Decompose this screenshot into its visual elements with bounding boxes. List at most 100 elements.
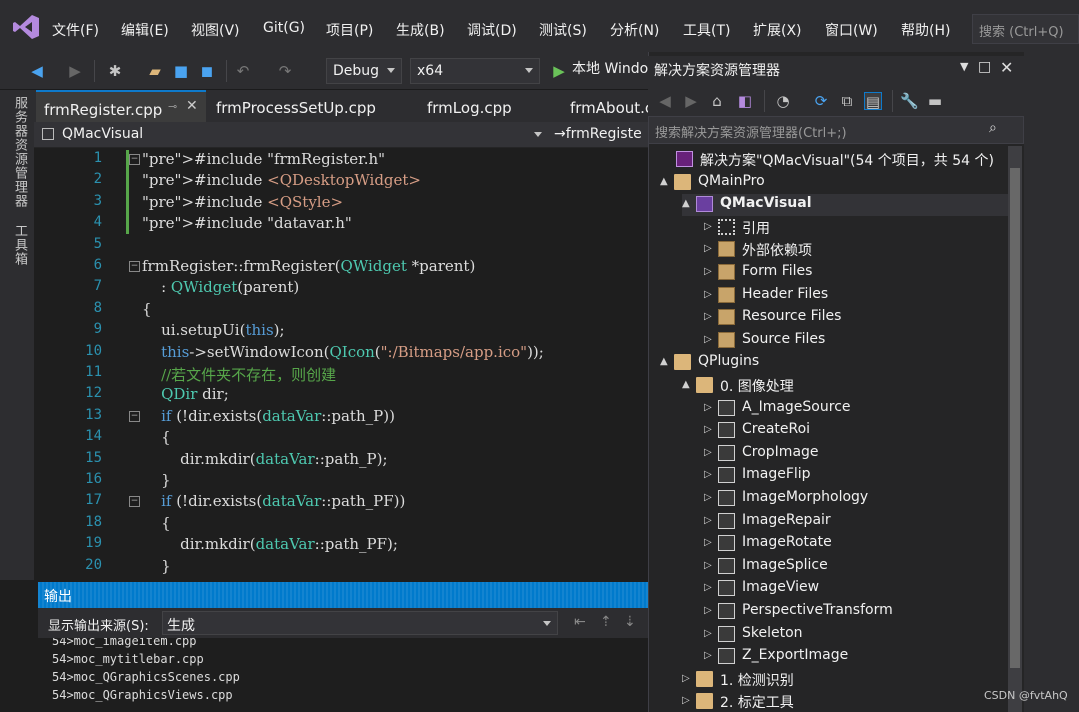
collapse-region-icon[interactable]: − [129, 154, 140, 165]
tree-node[interactable]: ▷ CreateRoi [704, 420, 1008, 442]
tree-node[interactable]: ▲ QPlugins [660, 352, 1008, 374]
menu-item[interactable]: 文件(F) [52, 20, 99, 40]
code-line[interactable]: "pre">#include "datavar.h" [142, 214, 352, 232]
save-icon[interactable]: ■ [172, 62, 190, 80]
collapse-all-icon[interactable]: ⧉ [838, 92, 856, 110]
menu-item[interactable]: 帮助(H) [901, 20, 950, 40]
expand-arrow-icon[interactable]: ▷ [704, 628, 714, 640]
menu-item[interactable]: 分析(N) [610, 20, 659, 40]
expand-arrow-icon[interactable]: ▷ [704, 243, 714, 255]
tab-frmlog-cpp[interactable]: frmLog.cpp [419, 90, 520, 122]
code-line[interactable]: ui.setupUi(this); [142, 321, 285, 339]
visual-studio-logo-icon[interactable] [12, 13, 40, 41]
expand-arrow-icon[interactable]: ▷ [704, 266, 714, 278]
menu-item[interactable]: 生成(B) [396, 20, 445, 40]
expand-arrow-icon[interactable]: ▷ [704, 469, 714, 481]
menu-item[interactable]: 测试(S) [539, 20, 587, 40]
solution-explorer-search-input[interactable]: 搜索解决方案资源管理器(Ctrl+;) ⌕ [648, 116, 1024, 144]
expand-arrow-icon[interactable]: ▲ [660, 176, 670, 188]
start-debugging-play-icon[interactable]: ▶ [550, 62, 568, 80]
tree-node[interactable]: ▷ PerspectiveTransform [704, 601, 1008, 623]
code-line[interactable]: "pre">#include <QStyle> [142, 193, 343, 211]
redo-icon[interactable]: ↷ [276, 62, 294, 80]
tree-node[interactable]: ▷ A_ImageSource [704, 398, 1008, 420]
tree-node[interactable]: ▷ ImageRotate [704, 533, 1008, 555]
menu-item[interactable]: Git(G) [263, 20, 305, 36]
forward-icon[interactable]: ▶ [66, 62, 84, 80]
tree-node[interactable]: 解决方案"QMacVisual"(54 个项目，共 54 个) [662, 149, 1008, 171]
expand-arrow-icon[interactable]: ▷ [704, 447, 714, 459]
expand-arrow-icon[interactable]: ▷ [704, 311, 714, 323]
solution-explorer-title-bar[interactable]: 解决方案资源管理器 ▼ □ ✕ [648, 56, 1024, 82]
pin-icon[interactable]: ⊸ [168, 100, 177, 113]
expand-arrow-icon[interactable]: ▷ [704, 334, 714, 346]
collapse-region-icon[interactable]: − [129, 410, 140, 422]
code-line[interactable]: if (!dir.exists(dataVar::path_PF)) [142, 492, 405, 510]
menu-item[interactable]: 扩展(X) [753, 20, 802, 40]
expand-arrow-icon[interactable]: ▷ [704, 402, 714, 414]
tree-node[interactable]: ▷ ImageRepair [704, 511, 1008, 533]
expand-arrow-icon[interactable]: ▷ [682, 695, 692, 707]
switch-views-icon[interactable]: ◧ [736, 92, 754, 110]
menu-item[interactable]: 工具(T) [683, 20, 730, 40]
code-line[interactable]: frmRegister::frmRegister(QWidget *parent… [142, 257, 475, 275]
properties-wrench-icon[interactable]: 🔧 [900, 92, 919, 110]
toolbox-tab[interactable]: 工具箱 [10, 224, 29, 266]
menu-item[interactable]: 视图(V) [191, 20, 240, 40]
search-icon[interactable]: ⌕ [989, 120, 997, 136]
tree-node[interactable]: ▷ 引用 [704, 217, 1008, 239]
expand-arrow-icon[interactable]: ▷ [704, 537, 714, 549]
forward-icon[interactable]: ▶ [682, 92, 700, 110]
previous-message-icon[interactable]: ⇡ [600, 614, 612, 630]
tree-node[interactable]: ▷ CropImage [704, 443, 1008, 465]
save-all-icon[interactable]: ◼ [198, 62, 216, 80]
tree-node[interactable]: ▷ Z_ExportImage [704, 646, 1008, 668]
chevron-down-icon[interactable] [534, 132, 542, 137]
back-icon[interactable]: ◀ [28, 62, 46, 80]
menu-item[interactable]: 编辑(E) [121, 20, 169, 40]
tab-frmregister-cpp[interactable]: frmRegister.cpp ⊸ ✕ [36, 90, 206, 122]
collapse-region-icon[interactable]: − [129, 261, 140, 272]
pending-changes-filter-icon[interactable]: ◔ [774, 92, 792, 110]
solution-configuration-select[interactable]: Debug [326, 58, 402, 84]
code-line[interactable]: { [142, 428, 171, 446]
new-item-icon[interactable]: ✱ [106, 62, 124, 80]
project-scope-select[interactable]: QMacVisual [62, 126, 143, 142]
code-line[interactable]: if (!dir.exists(dataVar::path_P)) [142, 407, 395, 425]
undo-icon[interactable]: ↶ [234, 62, 252, 80]
expand-arrow-icon[interactable]: ▷ [704, 492, 714, 504]
output-source-select[interactable]: 生成 [162, 611, 558, 635]
tree-node[interactable]: ▷ ImageSplice [704, 556, 1008, 578]
tab-frmabout-cpp[interactable]: frmAbout.c [562, 90, 661, 122]
code-line[interactable]: this->setWindowIcon(QIcon(":/Bitmaps/app… [142, 343, 544, 361]
tree-node[interactable]: ▷ ImageFlip [704, 465, 1008, 487]
open-folder-icon[interactable]: ▰ [146, 62, 164, 80]
code-line[interactable]: } [142, 557, 171, 575]
code-line[interactable]: dir.mkdir(dataVar::path_P); [142, 450, 387, 468]
output-text[interactable]: 54>moc_imageitem.cpp 54>moc_mytitlebar.cp… [38, 638, 650, 712]
show-all-files-icon[interactable]: ▤ [864, 92, 882, 111]
expand-arrow-icon[interactable]: ▷ [704, 221, 714, 233]
tab-frmprocesssetup-cpp[interactable]: frmProcessSetUp.cpp [208, 90, 384, 122]
code-line[interactable]: "pre">#include "frmRegister.h" [142, 150, 385, 168]
code-line[interactable]: "pre">#include <QDesktopWidget> [142, 171, 421, 189]
tree-node[interactable]: ▷ Source Files [704, 330, 1008, 352]
code-line[interactable]: //若文件夹不存在，则创建 [142, 364, 336, 385]
menu-item[interactable]: 窗口(W) [825, 20, 878, 40]
tree-node[interactable]: ▲ QMacVisual [682, 194, 1008, 217]
code-line[interactable]: dir.mkdir(dataVar::path_PF); [142, 535, 398, 553]
sync-refresh-icon[interactable]: ⟳ [812, 92, 830, 110]
expand-arrow-icon[interactable]: ▷ [704, 515, 714, 527]
tree-node[interactable]: ▷ Skeleton [704, 624, 1008, 646]
menu-item[interactable]: 项目(P) [326, 20, 373, 40]
tree-node[interactable]: ▷ Resource Files [704, 307, 1008, 329]
code-line[interactable]: { [142, 300, 152, 318]
code-line[interactable]: { [142, 514, 171, 532]
expand-arrow-icon[interactable]: ▷ [704, 560, 714, 572]
tree-node[interactable]: ▷ Form Files [704, 262, 1008, 284]
tree-node[interactable]: ▷ 外部依赖项 [704, 239, 1008, 261]
tree-node[interactable]: ▷ 2. 标定工具 [682, 691, 1008, 712]
home-icon[interactable]: ⌂ [708, 92, 726, 110]
expand-arrow-icon[interactable]: ▲ [660, 356, 670, 368]
tree-node[interactable]: ▲ 0. 图像处理 [682, 375, 1008, 397]
